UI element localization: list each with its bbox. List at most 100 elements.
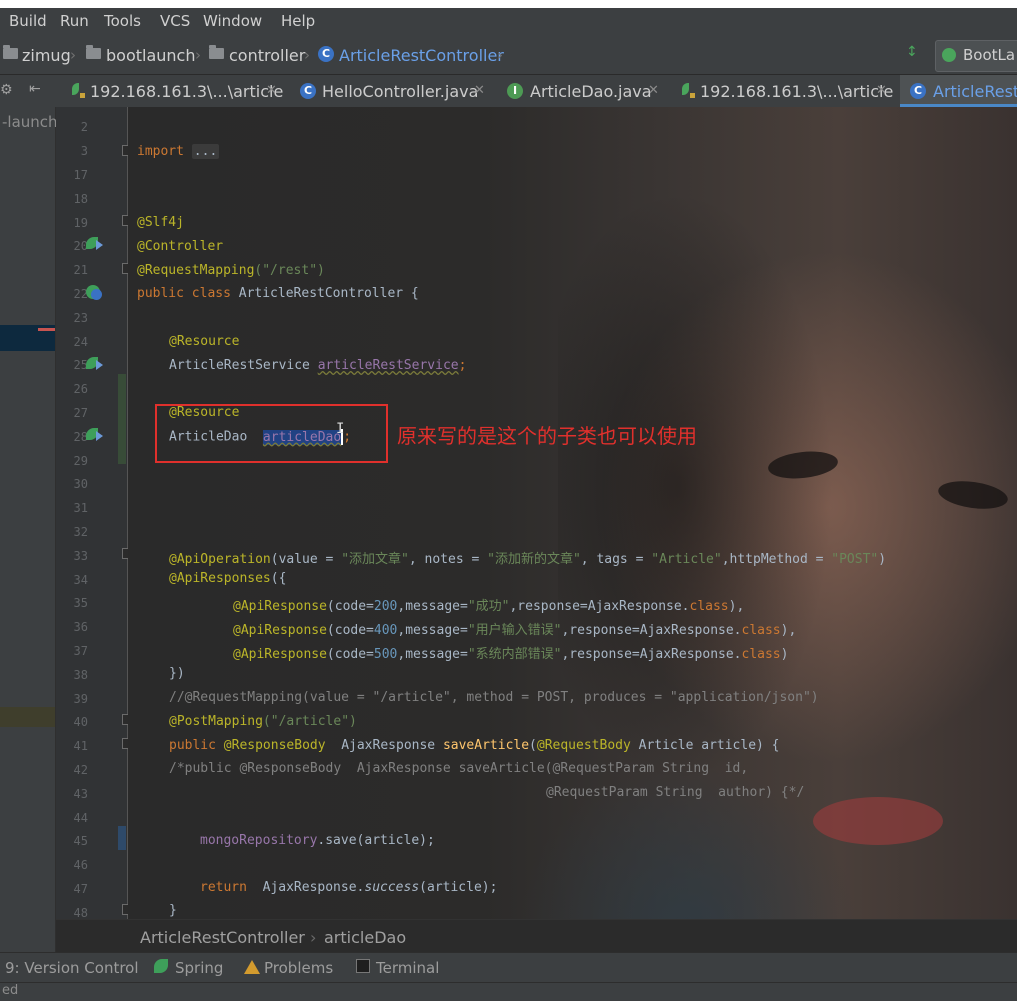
code-token: ), bbox=[728, 599, 745, 614]
code-line[interactable]: @ApiResponse(code=400,message="用户输入错误",r… bbox=[233, 619, 796, 638]
spring-bean-icon[interactable] bbox=[86, 356, 104, 370]
code-token: ; bbox=[458, 358, 467, 373]
tab-label: 192.168.161.3\...\article bbox=[700, 82, 894, 101]
tab-articlerestcontroller[interactable]: C ArticleRestC bbox=[900, 75, 1017, 107]
close-icon[interactable]: ✕ bbox=[876, 83, 887, 98]
code-line[interactable]: @ApiResponse(code=200,message="成功",respo… bbox=[233, 595, 744, 614]
editor-breadcrumb-class[interactable]: ArticleRestController bbox=[140, 928, 305, 947]
code-token: "系统内部错误" bbox=[467, 647, 562, 662]
code-token: ,message= bbox=[397, 647, 468, 662]
code-line[interactable]: public @ResponseBody AjaxResponse saveAr… bbox=[169, 738, 780, 753]
sort-arrows-icon[interactable]: ↕ bbox=[906, 44, 918, 60]
code-token: class bbox=[741, 647, 781, 662]
class-icon: C bbox=[300, 83, 316, 99]
code-line[interactable]: public class ArticleRestController { bbox=[137, 286, 419, 301]
code-line[interactable]: @PostMapping("/article") bbox=[169, 714, 357, 729]
code-line[interactable]: @RequestParam String author) {*/ bbox=[546, 785, 804, 800]
line-number: 19 bbox=[73, 216, 88, 230]
code-token: ,response=AjaxResponse. bbox=[561, 647, 742, 662]
code-token: @ApiOperation bbox=[169, 552, 271, 567]
menu-window[interactable]: Window bbox=[203, 12, 262, 30]
code-token: ("/rest") bbox=[254, 263, 325, 278]
close-icon[interactable]: ✕ bbox=[648, 83, 659, 98]
code-line[interactable]: }) bbox=[169, 666, 185, 681]
line-number: 24 bbox=[73, 335, 88, 349]
code-line[interactable]: @ApiResponses({ bbox=[169, 571, 286, 586]
menu-tools[interactable]: Tools bbox=[104, 12, 141, 30]
spring-controller-icon[interactable] bbox=[86, 285, 104, 300]
menu-vcs[interactable]: VCS bbox=[160, 12, 190, 30]
project-panel[interactable]: -launch bbox=[0, 107, 58, 952]
code-token: @ResponseBody bbox=[223, 738, 326, 753]
wallpaper-lips bbox=[813, 797, 943, 845]
code-token: @RequestMapping bbox=[137, 263, 255, 278]
line-number-gutter: 2 3 17 18 19 20 21 22 23 24 25 26 27 28 … bbox=[56, 107, 128, 920]
line-number: 44 bbox=[73, 811, 88, 825]
breadcrumb-bootlaunch[interactable]: bootlaunch bbox=[106, 46, 195, 65]
tab-label: HelloController.java bbox=[322, 82, 479, 101]
code-token: mongoRepository bbox=[200, 833, 318, 848]
code-token: ), bbox=[780, 623, 797, 638]
tool-problems[interactable]: Problems bbox=[264, 959, 333, 977]
code-token: ("/article") bbox=[262, 714, 357, 729]
tool-terminal[interactable]: Terminal bbox=[376, 959, 439, 977]
code-line[interactable]: @ApiOperation(value = "添加文章", notes = "添… bbox=[169, 548, 886, 567]
code-token: @Resource bbox=[169, 334, 240, 349]
code-line[interactable]: } bbox=[169, 903, 177, 918]
code-line[interactable]: import ... bbox=[137, 144, 220, 159]
code-line[interactable]: /*public @ResponseBody AjaxResponse save… bbox=[169, 761, 748, 776]
code-line[interactable]: mongoRepository.save(article); bbox=[200, 833, 435, 848]
menu-build[interactable]: Build bbox=[9, 12, 47, 30]
code-line[interactable]: @Controller bbox=[137, 239, 223, 254]
line-number: 26 bbox=[73, 382, 88, 396]
close-icon[interactable]: ✕ bbox=[266, 83, 277, 98]
run-configuration-selector[interactable]: BootLa bbox=[935, 40, 1017, 72]
collapse-icon[interactable]: ⇤ bbox=[29, 81, 41, 97]
line-number: 25 bbox=[73, 358, 88, 372]
code-line[interactable]: @ApiResponse(code=500,message="系统内部错误",r… bbox=[233, 643, 788, 662]
code-token: ,httpMethod = bbox=[721, 552, 832, 567]
code-line[interactable]: @RequestMapping("/rest") bbox=[137, 263, 325, 278]
highlighted-tree-row bbox=[0, 707, 55, 727]
code-token: class bbox=[741, 623, 781, 638]
menu-help[interactable]: Help bbox=[281, 12, 315, 30]
tab-articledao[interactable]: I ArticleDao.java ✕ bbox=[498, 75, 670, 107]
code-line[interactable]: ArticleRestService articleRestService; bbox=[169, 358, 466, 373]
spring-bean-icon[interactable] bbox=[86, 236, 104, 250]
close-icon[interactable]: ✕ bbox=[474, 83, 485, 98]
tab-hellocontroller[interactable]: C HelloController.java ✕ bbox=[292, 75, 492, 107]
code-token: ) bbox=[878, 552, 887, 567]
editor-breadcrumb-field[interactable]: articleDao bbox=[324, 928, 406, 947]
code-line[interactable]: return AjaxResponse.success(article); bbox=[200, 880, 497, 895]
gear-icon[interactable]: ⚙ bbox=[0, 82, 13, 98]
breadcrumb-controller[interactable]: controller bbox=[229, 46, 305, 65]
editor-breadcrumb-bar: ArticleRestController › articleDao bbox=[56, 919, 1017, 953]
project-tree-item[interactable]: -launch bbox=[2, 113, 58, 131]
folded-imports[interactable]: ... bbox=[191, 144, 220, 159]
code-token: @ApiResponse bbox=[233, 599, 327, 614]
code-token: articleRestService bbox=[317, 358, 459, 373]
chevron-right-icon: › bbox=[70, 46, 76, 64]
tab-mongo-article-2[interactable]: 192.168.161.3\...\article ✕ bbox=[672, 75, 898, 107]
code-token: @ApiResponses bbox=[169, 571, 271, 586]
class-icon: C bbox=[910, 83, 926, 99]
code-token: ,response=AjaxResponse. bbox=[561, 623, 742, 638]
error-marker bbox=[38, 328, 55, 331]
spring-bean-icon[interactable] bbox=[86, 427, 104, 441]
code-token: @RequestBody bbox=[536, 738, 631, 753]
code-token: "添加文章" bbox=[341, 552, 409, 567]
tool-spring[interactable]: Spring bbox=[175, 959, 223, 977]
line-number: 2 bbox=[80, 120, 88, 134]
tool-version-control[interactable]: 9: Version Control bbox=[5, 959, 139, 977]
line-number: 45 bbox=[73, 834, 88, 848]
breadcrumb-zimug[interactable]: zimug bbox=[22, 46, 71, 65]
annotation-box bbox=[155, 404, 388, 463]
code-line[interactable]: @Slf4j bbox=[137, 215, 184, 230]
code-line[interactable]: //@RequestMapping(value = "/article", me… bbox=[169, 690, 819, 705]
annotation-note: 原来写的是这个的子类也可以使用 bbox=[397, 424, 697, 448]
breadcrumb-articlerestcontroller[interactable]: ArticleRestController bbox=[339, 46, 504, 65]
tab-mongo-article-1[interactable]: 192.168.161.3\...\article ✕ bbox=[60, 75, 290, 107]
menu-run[interactable]: Run bbox=[60, 12, 89, 30]
interface-icon: I bbox=[507, 83, 523, 99]
code-line[interactable]: @Resource bbox=[169, 334, 239, 349]
